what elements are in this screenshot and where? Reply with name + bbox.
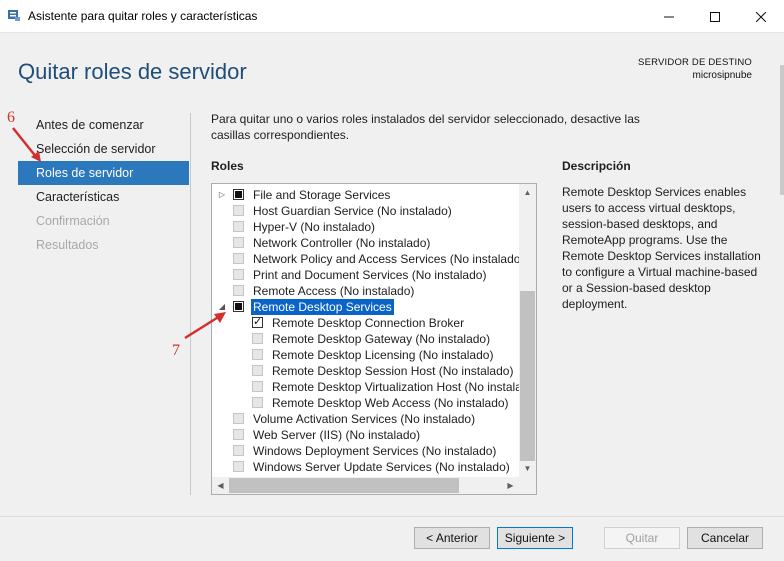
close-icon (755, 11, 767, 23)
role-label: Remote Desktop Connection Broker (272, 316, 465, 330)
role-checkbox (233, 445, 244, 456)
role-checkbox[interactable]: ✓ (252, 317, 263, 328)
role-label: Remote Desktop Virtualization Host (No i… (272, 380, 537, 394)
role-label: Remote Desktop Gateway (No instalado) (272, 332, 491, 346)
role-checkbox (252, 333, 263, 344)
role-label: Remote Desktop Web Access (No instalado) (272, 396, 509, 410)
role-checkbox (233, 461, 244, 472)
role-checkbox (252, 381, 263, 392)
description-text: Remote Desktop Services enables users to… (562, 185, 761, 311)
next-button[interactable]: Siguiente > (497, 527, 573, 549)
annotation-arrow-7 (184, 312, 226, 340)
role-label: Web Server (IIS) (No instalado) (253, 428, 421, 442)
roles-heading: Roles (211, 159, 244, 173)
description-heading: Descripción (562, 159, 631, 173)
roles-vertical-scrollbar[interactable]: ▲ ▼ (519, 184, 536, 477)
role-label: Host Guardian Service (No instalado) (253, 204, 452, 218)
destination-server-name: microsipnube (692, 70, 752, 81)
destination-server-label: SERVIDOR DE DESTINO (638, 57, 752, 68)
roles-horizontal-scrollbar[interactable]: ◀ ▶ (212, 477, 519, 494)
annotation-arrow-6 (12, 127, 41, 162)
role-checkbox (252, 365, 263, 376)
roles-tree[interactable]: ▷ File and Storage Services Host Guardian … (211, 183, 537, 495)
nav-item-results: Resultados (36, 238, 99, 252)
role-label: Hyper-V (No instalado) (253, 220, 376, 234)
role-label: Print and Document Services (No instalad… (253, 268, 487, 282)
nav-item-confirmation: Confirmación (36, 214, 110, 228)
role-label: Remote Desktop Session Host (No instalad… (272, 364, 514, 378)
wizard-footer: < Anterior Siguiente > Quitar Cancelar (0, 517, 784, 561)
nav-divider (190, 113, 191, 495)
page-title: Quitar roles de servidor (18, 59, 247, 84)
scroll-thumb-horizontal[interactable] (229, 478, 459, 493)
maximize-icon (710, 12, 720, 23)
role-label: Volume Activation Services (No instalado… (253, 412, 476, 426)
scrollbar-corner (519, 477, 536, 494)
minimize-button[interactable] (646, 0, 692, 32)
remove-button: Quitar (604, 527, 680, 549)
role-label: Remote Desktop Services (251, 299, 394, 315)
annotation-number-7: 7 (172, 342, 180, 359)
role-label: Network Policy and Access Services (No i… (253, 252, 525, 266)
role-label: Network Controller (No instalado) (253, 236, 431, 250)
previous-button[interactable]: < Anterior (414, 527, 490, 549)
role-checkbox (233, 285, 244, 296)
close-button[interactable] (738, 0, 784, 32)
scroll-thumb[interactable] (520, 291, 535, 461)
role-checkbox (233, 429, 244, 440)
scroll-down-icon[interactable]: ▼ (519, 460, 536, 477)
role-checkbox (233, 253, 244, 264)
server-manager-icon (8, 10, 20, 21)
role-checkbox[interactable] (233, 301, 244, 312)
role-checkbox (233, 221, 244, 232)
role-checkbox (233, 205, 244, 216)
instructions-text: Para quitar uno o varios roles instalado… (211, 112, 640, 142)
role-checkbox (252, 349, 263, 360)
scroll-right-icon[interactable]: ▶ (502, 477, 519, 494)
page-scrollbar[interactable] (780, 65, 784, 195)
scroll-up-icon[interactable]: ▲ (519, 184, 536, 201)
window-title: Asistente para quitar roles y caracterís… (28, 9, 258, 23)
role-checkbox (233, 237, 244, 248)
role-checkbox (233, 269, 244, 280)
role-checkbox (233, 413, 244, 424)
role-checkbox (252, 397, 263, 408)
role-checkbox[interactable] (233, 189, 244, 200)
maximize-button[interactable] (692, 0, 738, 32)
expand-arrow-icon[interactable]: ▷ (217, 187, 227, 203)
role-label: Remote Desktop Licensing (No instalado) (272, 348, 494, 362)
minimize-icon (664, 16, 674, 18)
cancel-button[interactable]: Cancelar (687, 527, 763, 549)
scroll-left-icon[interactable]: ◀ (212, 477, 229, 494)
role-label: Windows Server Update Services (No insta… (253, 460, 510, 474)
role-label: Windows Deployment Services (No instalad… (253, 444, 497, 458)
wizard-body: Quitar roles de servidor SERVIDOR DE DES… (0, 32, 784, 518)
nav-item-features[interactable]: Características (18, 185, 189, 209)
role-label: Remote Access (No instalado) (253, 284, 415, 298)
title-bar: Asistente para quitar roles y caracterís… (0, 0, 784, 32)
role-label: File and Storage Services (253, 188, 391, 202)
